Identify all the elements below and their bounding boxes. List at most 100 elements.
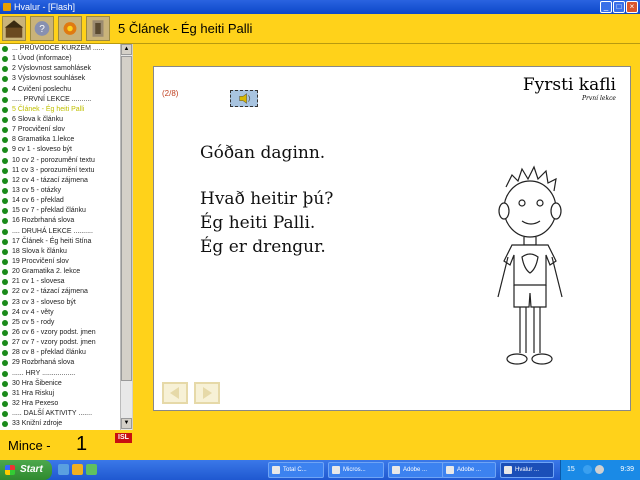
lesson-list-item[interactable]: 5 Článek - Ég heiti Palli: [0, 105, 120, 115]
lesson-list-item[interactable]: ..... PRVNÍ LEKCE ..........: [0, 95, 120, 105]
lesson-list-item[interactable]: 3 Výslovnost souhlásek: [0, 74, 120, 84]
lesson-list-label: 23 cv 3 - sloveso být: [12, 298, 76, 306]
lesson-list-item[interactable]: 8 Gramatika 1.lekce: [0, 135, 120, 145]
lesson-list-item[interactable]: 33 Knižní zdroje: [0, 419, 120, 429]
start-label: Start: [20, 464, 43, 475]
lesson-list-item[interactable]: 11 cv 3 - porozumění textu: [0, 166, 120, 176]
lesson-list-item[interactable]: 28 cv 8 - překlad článku: [0, 348, 120, 358]
bullet-icon: [2, 289, 8, 296]
bullet-icon: [2, 350, 8, 357]
close-button[interactable]: ×: [626, 1, 638, 13]
page-counter: (2/8): [162, 89, 179, 98]
lesson-list-label: 24 cv 4 - věty: [12, 308, 54, 316]
scroll-thumb[interactable]: [121, 56, 132, 381]
lesson-list-label: 28 cv 8 - překlad článku: [12, 349, 86, 357]
lesson-list-item[interactable]: 29 Rozbrhaná slova: [0, 358, 120, 368]
coins-value: 1: [76, 433, 88, 455]
bullet-icon: [2, 66, 8, 73]
lesson-list-item[interactable]: 6 Slova k článku: [0, 115, 120, 125]
quick-launch-ie-icon[interactable]: [58, 464, 69, 475]
boy-illustration: [497, 165, 563, 365]
lesson-list-item[interactable]: 30 Hra Šibenice: [0, 379, 120, 389]
previous-page-button[interactable]: [162, 382, 188, 404]
bullet-icon: [2, 198, 8, 205]
lesson-list-item[interactable]: 4 Cvičení poslechu: [0, 85, 120, 95]
lesson-list-item[interactable]: ..... DALŠÍ AKTIVITY .......: [0, 409, 120, 419]
taskbar-task[interactable]: Micros...: [328, 462, 384, 478]
lesson-list-label: 4 Cvičení poslechu: [12, 85, 72, 93]
lesson-list-item[interactable]: 7 Procvičení slov: [0, 125, 120, 135]
lesson-list-item[interactable]: 18 Slova k článku: [0, 247, 120, 257]
lesson-list-item[interactable]: 20 Gramatika 2. lekce: [0, 267, 120, 277]
lesson-list-item[interactable]: 13 cv 5 - otázky: [0, 186, 120, 196]
bullet-icon: [2, 380, 8, 387]
maximize-button[interactable]: □: [613, 1, 625, 13]
lesson-list-item[interactable]: 12 cv 4 - tázací zájmena: [0, 176, 120, 186]
lesson-list-item[interactable]: 22 cv 2 - tázací zájmena: [0, 287, 120, 297]
lesson-list-item[interactable]: 25 cv 5 - rody: [0, 318, 120, 328]
lesson-list-label: 13 cv 5 - otázky: [12, 187, 62, 195]
task-label: Hvalur ...: [515, 467, 540, 473]
help-icon[interactable]: ?: [30, 16, 54, 41]
bullet-icon: [2, 218, 8, 225]
lesson-list-label: 2 Výslovnost samohlásek: [12, 65, 91, 73]
lesson-list-item[interactable]: 15 cv 7 - překlad článku: [0, 206, 120, 216]
bullet-icon: [2, 137, 8, 144]
lesson-heading: Fyrsti kafli: [522, 75, 616, 95]
network-icon[interactable]: [583, 465, 592, 474]
minimize-button[interactable]: _: [600, 1, 612, 13]
bullet-icon: [2, 76, 8, 83]
lesson-list-item[interactable]: 31 Hra Riskuj: [0, 389, 120, 399]
lesson-list-item[interactable]: ... PRŮVODCE KURZEM ......: [0, 44, 120, 54]
lesson-list-item[interactable]: 26 cv 6 - vzory podst. jmen: [0, 328, 120, 338]
lesson-list-label: 25 cv 5 - rody: [12, 318, 55, 326]
svg-text:?: ?: [39, 24, 45, 35]
scroll-up-button[interactable]: ▲: [121, 44, 132, 55]
taskbar-task[interactable]: Hvalur ...: [500, 462, 554, 478]
start-button[interactable]: Start: [0, 460, 52, 480]
lesson-list-label: ... PRŮVODCE KURZEM ......: [12, 45, 105, 53]
sidebar-scrollbar[interactable]: ▲ ▼: [120, 44, 132, 430]
sound-button[interactable]: [230, 90, 258, 107]
bullet-icon: [2, 106, 8, 113]
lesson-list-item[interactable]: 16 Rozbrhaná slova: [0, 216, 120, 226]
lesson-list-item[interactable]: ...... HRY .................: [0, 369, 120, 379]
text-line: Ég er drengur.: [200, 237, 326, 257]
lesson-list-label: 17 Článek - Ég heiti Stína: [12, 237, 92, 245]
text-line: Góðan daginn.: [200, 143, 326, 163]
lesson-list-item[interactable]: 21 cv 1 - slovesa: [0, 277, 120, 287]
bullet-icon: [2, 330, 8, 336]
lesson-list-label: 3 Výslovnost souhlásek: [12, 75, 86, 83]
lesson-list-item[interactable]: 10 cv 2 - porozumění textu: [0, 156, 120, 166]
taskbar-task[interactable]: Total C...: [268, 462, 324, 478]
taskbar-task[interactable]: Adobe ...: [442, 462, 496, 478]
text-line: Ég heiti Palli.: [200, 213, 316, 233]
home-icon[interactable]: [2, 16, 26, 41]
lesson-list-item[interactable]: 24 cv 4 - věty: [0, 308, 120, 318]
lesson-list-item[interactable]: 32 Hra Pexeso: [0, 399, 120, 409]
bullet-icon: [2, 157, 8, 164]
taskbar-task[interactable]: Adobe ...: [388, 462, 444, 478]
lesson-list-item[interactable]: 1 Úvod (informace): [0, 54, 120, 64]
volume-icon[interactable]: [595, 465, 604, 474]
lesson-list-item[interactable]: .... DRUHÁ LEKCE ..........: [0, 227, 120, 237]
quick-launch-media-icon[interactable]: [86, 464, 97, 475]
exit-icon[interactable]: [86, 16, 110, 41]
lesson-list-item[interactable]: 2 Výslovnost samohlásek: [0, 64, 120, 74]
lesson-list-item[interactable]: 17 Článek - Ég heiti Stína: [0, 237, 120, 247]
next-page-button[interactable]: [194, 382, 220, 404]
task-label: Adobe ...: [403, 467, 428, 473]
task-app-icon: [446, 466, 454, 474]
bullet-icon: [2, 117, 8, 124]
lesson-list-item[interactable]: 23 cv 3 - sloveso být: [0, 298, 120, 308]
lesson-list-item[interactable]: 19 Procvičení slov: [0, 257, 120, 267]
settings-icon[interactable]: [58, 16, 82, 41]
quick-launch-folder-icon[interactable]: [72, 464, 83, 475]
lesson-list-item[interactable]: 9 cv 1 - sloveso být: [0, 145, 120, 155]
lesson-list-item[interactable]: 27 cv 7 - vzory podst. jmen: [0, 338, 120, 348]
task-label: Adobe ...: [457, 467, 482, 473]
bullet-icon: [2, 46, 8, 53]
bullet-icon: [2, 299, 8, 306]
lesson-list-item[interactable]: 14 cv 6 - překlad: [0, 196, 120, 206]
scroll-down-button[interactable]: ▼: [121, 418, 132, 429]
